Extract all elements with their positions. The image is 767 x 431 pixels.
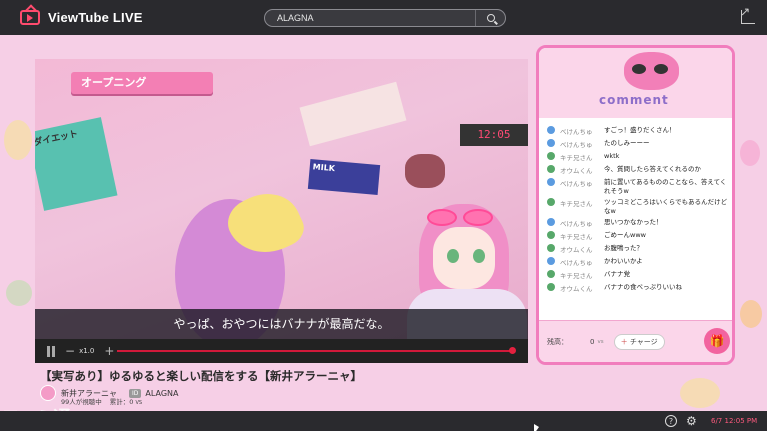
user-avatar-icon	[547, 178, 555, 186]
background-fruit	[4, 120, 32, 160]
stream-title: 【実写あり】ゆるゆると楽しい配信をする【新井アラーニャ】	[40, 369, 362, 383]
chat-text: バナナの食べっぷりいいね	[604, 283, 682, 291]
chat-footer: 残高： 0 vs ＋ チャージ 🎁	[539, 320, 732, 362]
chat-username: オウムくん	[560, 285, 593, 293]
chat-message: べけんちゅ かわいいかよ	[547, 255, 729, 268]
chat-message-list[interactable]: べけんちゅ すごっ！盛りだくさん！ べけんちゅ たのしみーーー キチ兄さん wktk オウム…	[547, 124, 729, 294]
user-avatar-icon	[547, 152, 555, 160]
chat-text: 前に置いてあるもののことなら、答えてくれそうw	[604, 178, 727, 195]
book: ダイエット	[35, 117, 118, 211]
background-fruit	[740, 300, 762, 328]
chat-text: たのしみーーー	[604, 139, 650, 147]
background-fruit	[680, 378, 720, 408]
user-avatar-icon	[547, 126, 555, 134]
channel-id: ALAGNA	[145, 388, 179, 398]
datetime: 6/7 12:05 PM	[711, 417, 758, 425]
balance-label: 残高：	[547, 337, 568, 346]
chat-username: キチ兄さん	[560, 154, 593, 162]
speed-up-button[interactable]: +	[104, 344, 114, 358]
sunglasses	[427, 209, 503, 229]
segment-label: オープニング	[71, 72, 213, 94]
user-avatar-icon	[547, 270, 555, 278]
chat-message: オウムくん バナナの食べっぷりいいね	[547, 281, 729, 294]
user-avatar-icon	[547, 244, 555, 252]
chat-text: ごめーんwww	[604, 231, 646, 239]
charge-button[interactable]: ＋ チャージ	[613, 333, 665, 350]
exit-icon[interactable]	[741, 10, 755, 24]
chat-username: キチ兄さん	[560, 272, 593, 280]
chat-message: べけんちゅ 前に置いてあるもののことなら、答えてくれそうw	[547, 176, 729, 196]
balance-value: 0	[590, 337, 595, 346]
user-avatar-icon	[547, 231, 555, 239]
chat-title: comment	[599, 93, 669, 107]
plus-icon: ＋	[620, 337, 628, 346]
progress-bar[interactable]	[117, 350, 513, 352]
chat-username: オウムくん	[560, 167, 593, 175]
chat-username: べけんちゅ	[560, 220, 593, 228]
chat-text: wktk	[604, 152, 620, 160]
avatar[interactable]	[40, 385, 56, 401]
chat-text: お腹鳴った？	[604, 244, 643, 252]
app-logo[interactable]: ViewTube LIVE	[20, 10, 143, 25]
tissue-box	[299, 81, 407, 147]
tv-icon	[20, 10, 40, 25]
app-name: ViewTube LIVE	[48, 10, 143, 25]
chat-message: べけんちゅ 思いつかなかった！	[547, 216, 729, 229]
user-avatar-icon	[547, 257, 555, 265]
chat-username: べけんちゅ	[560, 128, 593, 136]
chat-message: キチ兄さん wktk	[547, 150, 729, 163]
subtitle: やっぱ、おやつにはバナナが最高だな。	[35, 309, 528, 339]
chat-message: キチ兄さん ツッコミどころはいくらでもあるんだけどなw	[547, 196, 729, 216]
chat-message: べけんちゅ すごっ！盛りだくさん！	[547, 124, 729, 137]
raccoon-mascot-icon	[624, 52, 679, 90]
gift-icon[interactable]: 🎁	[704, 328, 730, 354]
chat-text: 今、質問したら答えてくれるのか	[604, 165, 701, 173]
search-input[interactable]: ALAGNA	[277, 13, 475, 23]
user-avatar-icon	[547, 139, 555, 147]
chat-message: キチ兄さん バナナ党	[547, 268, 729, 281]
chocolate-box: MILK	[307, 159, 381, 195]
pause-icon[interactable]	[47, 345, 55, 357]
background-fruit	[740, 140, 760, 166]
user-avatar-icon	[547, 218, 555, 226]
chat-text: バナナ党	[604, 270, 630, 278]
user-avatar-icon	[547, 198, 555, 206]
chat-text: かわいいかよ	[604, 257, 643, 265]
search-icon	[486, 14, 495, 22]
chat-username: べけんちゅ	[560, 259, 593, 267]
chat-text: ツッコミどころはいくらでもあるんだけどなw	[604, 198, 728, 215]
user-avatar-icon	[547, 283, 555, 291]
mouse-cursor-icon	[534, 424, 539, 431]
chat-message: オウムくん 今、質問したら答えてくれるのか	[547, 163, 729, 176]
gear-icon[interactable]: ⚙	[686, 414, 697, 428]
digital-clock: 12:05	[460, 124, 528, 146]
player-controls: − x1.0 +	[35, 339, 528, 363]
speed-label: x1.0	[79, 347, 95, 355]
speed-down-button[interactable]: −	[65, 344, 75, 358]
background-fruit	[6, 280, 32, 306]
chat-header: comment	[539, 48, 732, 118]
chat-message: べけんちゅ たのしみーーー	[547, 137, 729, 150]
search-bar[interactable]: ALAGNA	[264, 9, 506, 27]
search-button[interactable]	[475, 10, 505, 26]
user-avatar-icon	[547, 165, 555, 173]
chat-username: オウムくん	[560, 246, 593, 254]
chat-username: べけんちゅ	[560, 141, 593, 149]
chat-text: すごっ！盛りだくさん！	[604, 126, 676, 134]
video-player[interactable]: ダイエット MILK 12:05 オープニング やっぱ、おやつにはバナナが最高だ…	[35, 59, 528, 363]
chat-username: キチ兄さん	[560, 233, 593, 241]
chat-message: キチ兄さん ごめーんwww	[547, 229, 729, 242]
progress-handle[interactable]	[509, 347, 516, 354]
balance-unit: vs	[597, 338, 604, 345]
chat-username: キチ兄さん	[560, 200, 593, 208]
top-bar: ViewTube LIVE ALAGNA	[0, 0, 767, 35]
chat-message: オウムくん お腹鳴った？	[547, 242, 729, 255]
chat-panel: comment べけんちゅ すごっ！盛りだくさん！ べけんちゅ たのしみーーー キチ兄さ…	[536, 45, 735, 365]
chat-username: べけんちゅ	[560, 180, 593, 188]
help-icon[interactable]: ?	[665, 415, 677, 427]
bottom-bar: ? ⚙ 6/7 12:05 PM	[0, 411, 767, 431]
chat-text: 思いつかなかった！	[604, 218, 663, 226]
